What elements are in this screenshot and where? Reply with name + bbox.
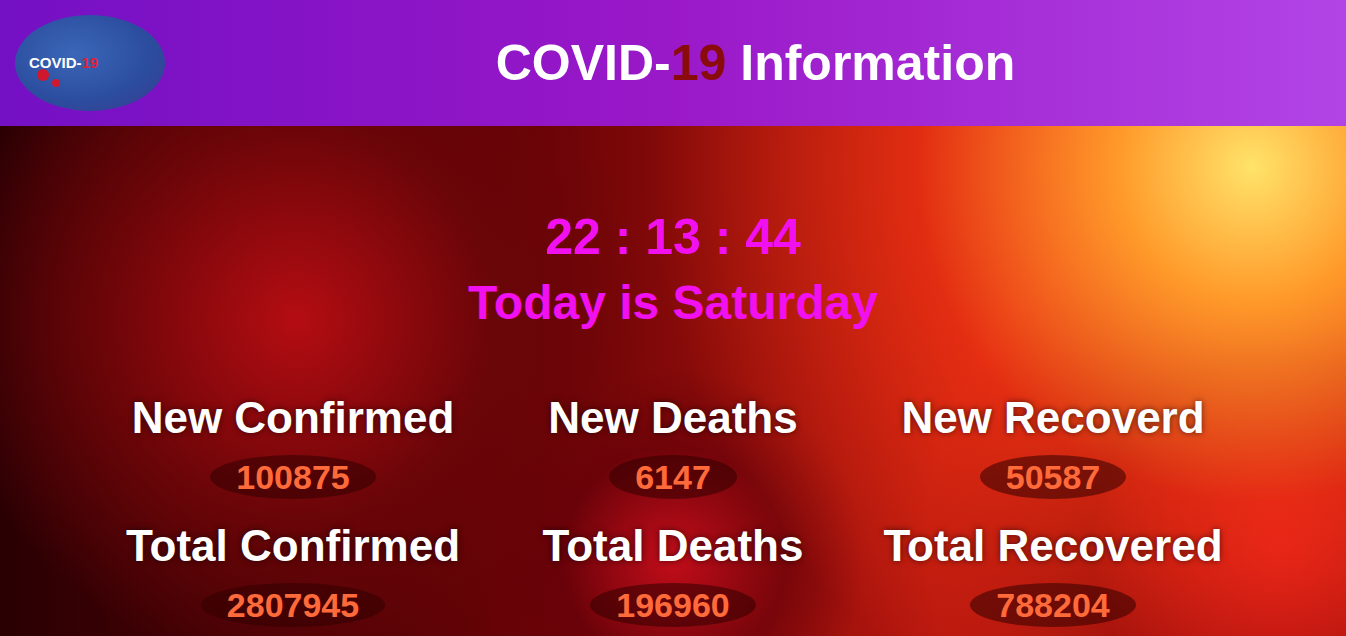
stat-value: 2807945: [201, 583, 385, 627]
main-panel: 22 : 13 : 44 Today is Saturday New Confi…: [0, 126, 1346, 636]
stat-item: New Recoverd 50587: [863, 391, 1243, 499]
clock: 22 : 13 : 44: [0, 126, 1346, 267]
stat-value: 6147: [609, 455, 737, 499]
stat-label: Total Deaths: [543, 519, 804, 573]
stats-row: Total Confirmed 2807945 Total Deaths 196960…: [103, 519, 1243, 627]
stats-grid: New Confirmed 100875 New Deaths 6147 New Rec…: [103, 391, 1243, 627]
stat-item: Total Confirmed 2807945: [103, 519, 483, 627]
logo-text-part: COVID-: [29, 54, 82, 71]
stats-row: New Confirmed 100875 New Deaths 6147 New Rec…: [103, 391, 1243, 499]
logo-text-part: 19: [82, 54, 99, 71]
stat-label: Total Confirmed: [126, 519, 460, 573]
stat-item: New Deaths 6147: [483, 391, 863, 499]
stat-label: New Confirmed: [132, 391, 455, 445]
virus-dot-icon: [37, 69, 49, 81]
page-title: COVID-19 Information: [165, 36, 1346, 91]
page-header: COVID-19 COVID-19 Information: [0, 0, 1346, 126]
logo[interactable]: COVID-19: [15, 15, 165, 111]
title-part: Information: [726, 35, 1015, 91]
virus-dot-icon: [52, 79, 60, 87]
title-part: COVID-: [496, 35, 671, 91]
stat-label: New Recoverd: [901, 391, 1204, 445]
stat-item: Total Deaths 196960: [483, 519, 863, 627]
stat-value: 788204: [970, 583, 1135, 627]
stat-item: New Confirmed 100875: [103, 391, 483, 499]
stat-value: 100875: [210, 455, 375, 499]
stat-item: Total Recovered 788204: [863, 519, 1243, 627]
stat-label: Total Recovered: [883, 519, 1222, 573]
stat-value: 196960: [590, 583, 755, 627]
stat-label: New Deaths: [548, 391, 797, 445]
title-part: 19: [671, 35, 727, 91]
day-label: Today is Saturday: [0, 273, 1346, 333]
stat-value: 50587: [980, 455, 1127, 499]
